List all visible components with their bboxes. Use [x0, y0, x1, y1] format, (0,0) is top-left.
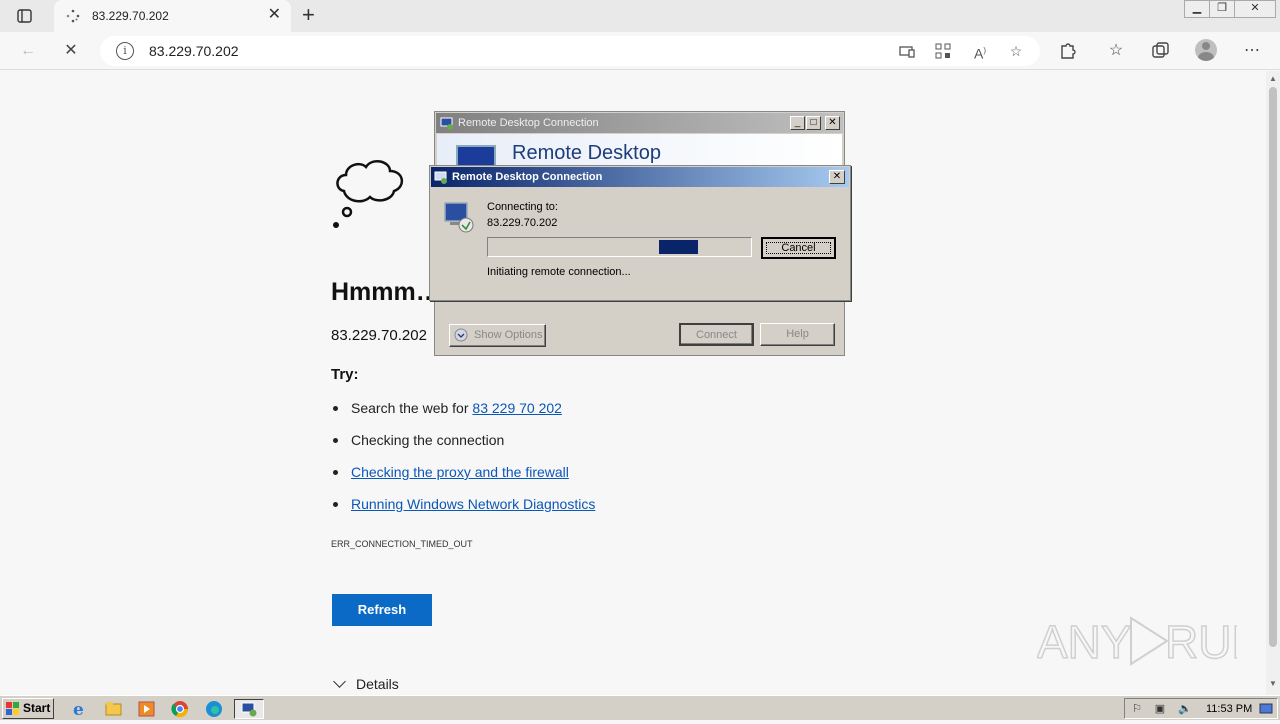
- host-address: 83.229.70.202: [487, 217, 558, 229]
- file-explorer-icon[interactable]: [103, 699, 125, 719]
- page-scrollbar[interactable]: ▲ ▼: [1266, 71, 1280, 695]
- rdp-taskbar-icon[interactable]: [234, 699, 264, 719]
- suggestion-text: Checking the connection: [351, 432, 505, 448]
- rdp-dialog-titlebar[interactable]: Remote Desktop Connection ✕: [431, 167, 849, 187]
- stop-loading-icon[interactable]: ✕: [60, 40, 82, 62]
- rdp-app-icon: [440, 117, 453, 130]
- close-icon[interactable]: ✕: [825, 116, 840, 130]
- list-item: Checking the connection: [331, 428, 595, 460]
- help-button[interactable]: Help: [760, 323, 835, 346]
- rdp-banner-title: Remote Desktop: [512, 142, 661, 164]
- refresh-button[interactable]: Refresh: [332, 594, 432, 626]
- unreachable-address: 83.229.70.202: [331, 327, 427, 344]
- svg-text:ANY: ANY: [1037, 616, 1132, 668]
- rdp-main-titlebar[interactable]: Remote Desktop Connection _ □ ✕: [436, 113, 843, 133]
- new-tab-button[interactable]: +: [302, 4, 315, 26]
- connection-status: Initiating remote connection...: [487, 266, 631, 278]
- suggestion-list: Search the web for 83 229 70 202 Checkin…: [331, 396, 595, 524]
- connection-progress-bar: [487, 237, 752, 257]
- taskbar: Start e ⚐ ▣ 🔈 11:53 PM: [0, 695, 1280, 720]
- tab-close-icon[interactable]: ✕: [268, 7, 281, 23]
- tab-active[interactable]: 83.229.70.202 ✕: [54, 0, 291, 32]
- progress-marquee: [659, 240, 698, 254]
- windows-logo-icon: [6, 702, 19, 715]
- chevron-down-icon: [333, 675, 346, 688]
- loading-spinner-icon: [66, 9, 80, 23]
- tab-title: 83.229.70.202: [92, 9, 169, 23]
- network-diagnostics-link[interactable]: Running Windows Network Diagnostics: [351, 496, 595, 512]
- site-info-icon[interactable]: i: [116, 42, 134, 60]
- focus-ring: [766, 242, 831, 254]
- scroll-thumb[interactable]: [1269, 87, 1277, 647]
- remote-computer-icon: [444, 202, 474, 233]
- page-heading: Hmmm…: [331, 278, 441, 306]
- favorites-icon[interactable]: ☆: [1105, 40, 1127, 62]
- details-label: Details: [356, 676, 399, 692]
- rdp-connecting-dialog: Remote Desktop Connection ✕ Connecting t…: [429, 165, 851, 301]
- scroll-up-icon[interactable]: ▲: [1269, 74, 1277, 83]
- show-desktop-icon[interactable]: [1259, 702, 1273, 716]
- list-item: Checking the proxy and the firewall: [331, 460, 595, 492]
- read-aloud-icon[interactable]: A): [970, 41, 990, 62]
- suggestion-text: Search the web for: [351, 400, 473, 416]
- edge-icon[interactable]: [204, 699, 226, 719]
- expand-options-icon: [454, 328, 468, 342]
- cancel-button[interactable]: Cancel: [761, 237, 836, 259]
- restore-icon[interactable]: ❐: [1209, 0, 1235, 18]
- volume-icon[interactable]: 🔈: [1178, 702, 1192, 716]
- browser-toolbar: ← ✕ i 83.229.70.202 A) ☆ ☆ ⋯: [0, 32, 1280, 70]
- add-favorite-icon[interactable]: ☆: [1006, 41, 1026, 61]
- tab-actions-icon[interactable]: [12, 6, 36, 26]
- media-player-icon[interactable]: [136, 699, 158, 719]
- svg-text:RUN: RUN: [1165, 616, 1237, 668]
- system-tray: ⚐ ▣ 🔈 11:53 PM: [1124, 698, 1278, 719]
- taskbar-clock[interactable]: 11:53 PM: [1206, 703, 1252, 715]
- connect-button[interactable]: Connect: [679, 323, 754, 346]
- rdp-app-icon: [434, 171, 447, 184]
- minimize-icon[interactable]: _: [790, 116, 805, 130]
- show-options-label: Show Options: [474, 329, 543, 341]
- proxy-firewall-link[interactable]: Checking the proxy and the firewall: [351, 464, 569, 480]
- collections-icon[interactable]: [1149, 40, 1171, 62]
- url-text[interactable]: 83.229.70.202: [149, 43, 239, 59]
- anyrun-watermark-logo: ANY RUN: [1037, 615, 1237, 669]
- close-window-icon[interactable]: ✕: [1234, 0, 1276, 18]
- try-label: Try:: [331, 366, 359, 383]
- minimize-icon[interactable]: ▁: [1184, 0, 1210, 18]
- error-code: ERR_CONNECTION_TIMED_OUT: [331, 539, 473, 549]
- address-bar[interactable]: i 83.229.70.202 A) ☆: [100, 36, 1040, 66]
- thought-cloud-icon: [330, 155, 410, 235]
- back-arrow-icon[interactable]: ←: [17, 40, 39, 62]
- start-button[interactable]: Start: [2, 698, 54, 719]
- app-available-icon[interactable]: [897, 41, 917, 61]
- profile-avatar[interactable]: [1195, 39, 1217, 61]
- more-menu-icon[interactable]: ⋯: [1241, 40, 1263, 62]
- maximize-icon[interactable]: □: [806, 116, 821, 130]
- details-toggle[interactable]: Details: [333, 675, 399, 692]
- rdp-dialog-title: Remote Desktop Connection: [452, 171, 603, 183]
- show-options-button[interactable]: Show Options: [449, 324, 546, 347]
- svg-text:e: e: [73, 700, 84, 719]
- close-icon[interactable]: ✕: [829, 170, 845, 184]
- scroll-down-icon[interactable]: ▼: [1269, 679, 1277, 688]
- network-icon[interactable]: ▣: [1153, 702, 1167, 716]
- action-center-flag-icon[interactable]: ⚐: [1130, 702, 1144, 716]
- rdp-main-title: Remote Desktop Connection: [458, 117, 599, 129]
- connecting-label: Connecting to:: [487, 201, 558, 213]
- list-item: Search the web for 83 229 70 202: [331, 396, 595, 428]
- search-web-link[interactable]: 83 229 70 202: [472, 400, 562, 416]
- list-item: Running Windows Network Diagnostics: [331, 492, 595, 524]
- tab-strip: 83.229.70.202 ✕ + ▁ ❐ ✕: [0, 0, 1280, 32]
- extensions-icon[interactable]: [1056, 40, 1078, 62]
- internet-explorer-icon[interactable]: e: [69, 699, 91, 720]
- start-label: Start: [23, 701, 51, 715]
- chrome-icon[interactable]: [170, 699, 192, 719]
- qr-code-icon[interactable]: [933, 41, 953, 61]
